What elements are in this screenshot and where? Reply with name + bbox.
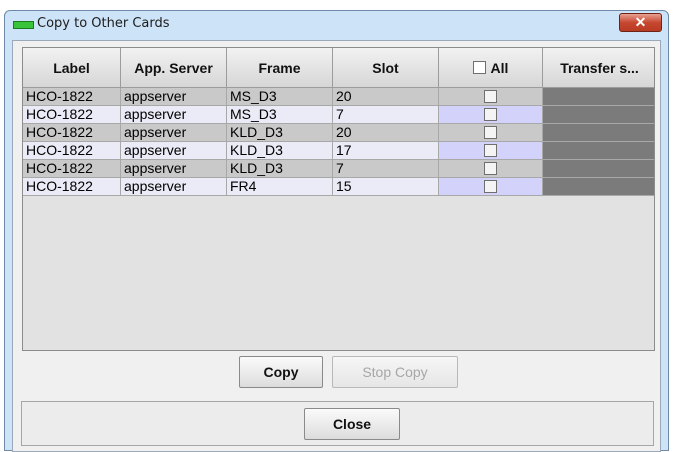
cell-select	[439, 124, 543, 142]
cell-slot: 20	[333, 124, 439, 142]
cell-label: HCO-1822	[23, 142, 121, 160]
cell-select	[439, 142, 543, 160]
column-header-slot[interactable]: Slot	[333, 48, 439, 88]
cell-app-server: appserver	[121, 88, 227, 106]
row-checkbox[interactable]	[483, 126, 497, 139]
dialog-body: Label App. Server Frame Slot All Transfe…	[12, 40, 661, 452]
column-header-frame[interactable]: Frame	[227, 48, 333, 88]
stop-copy-button[interactable]: Stop Copy	[332, 356, 458, 388]
row-checkbox[interactable]	[483, 90, 497, 103]
cell-slot: 17	[333, 142, 439, 160]
column-header-app-server[interactable]: App. Server	[121, 48, 227, 88]
title-bar[interactable]: Copy to Other Cards ✕	[5, 11, 668, 37]
cell-frame: KLD_D3	[227, 142, 333, 160]
cell-select	[439, 178, 543, 196]
table-row[interactable]: HCO-1822 appserver FR4 15	[23, 178, 654, 196]
cell-frame: MS_D3	[227, 88, 333, 106]
cell-frame: KLD_D3	[227, 160, 333, 178]
green-status-led-icon	[13, 21, 34, 29]
cell-label: HCO-1822	[23, 106, 121, 124]
cell-app-server: appserver	[121, 178, 227, 196]
table-row[interactable]: HCO-1822 appserver MS_D3 20	[23, 88, 654, 106]
row-checkbox[interactable]	[483, 162, 497, 175]
table-row[interactable]: HCO-1822 appserver KLD_D3 7	[23, 160, 654, 178]
row-checkbox[interactable]	[483, 108, 497, 121]
select-all-label: All	[490, 59, 509, 76]
cell-label: HCO-1822	[23, 178, 121, 196]
cell-label: HCO-1822	[23, 88, 121, 106]
cell-transfer-status	[543, 142, 654, 160]
column-header-all[interactable]: All	[439, 48, 543, 88]
cell-app-server: appserver	[121, 124, 227, 142]
copy-button-row: Copy Stop Copy	[13, 356, 662, 396]
cell-transfer-status	[543, 160, 654, 178]
cell-slot: 15	[333, 178, 439, 196]
cell-label: HCO-1822	[23, 160, 121, 178]
cell-app-server: appserver	[121, 106, 227, 124]
cell-select	[439, 88, 543, 106]
copy-button[interactable]: Copy	[239, 356, 323, 388]
cell-select	[439, 106, 543, 124]
table-row[interactable]: HCO-1822 appserver KLD_D3 20	[23, 124, 654, 142]
cell-frame: MS_D3	[227, 106, 333, 124]
cell-slot: 7	[333, 106, 439, 124]
row-checkbox[interactable]	[483, 144, 497, 157]
cell-app-server: appserver	[121, 160, 227, 178]
copy-dialog-window: Copy to Other Cards ✕ Label App. Server …	[4, 10, 669, 452]
close-button[interactable]: Close	[304, 408, 400, 440]
table-header: Label App. Server Frame Slot All Transfe…	[23, 48, 654, 88]
table-row[interactable]: HCO-1822 appserver MS_D3 7	[23, 106, 654, 124]
cell-transfer-status	[543, 88, 654, 106]
close-panel: Close	[21, 401, 654, 446]
column-header-transfer-status[interactable]: Transfer s...	[543, 48, 654, 88]
row-checkbox[interactable]	[483, 180, 497, 193]
cell-transfer-status	[543, 124, 654, 142]
cell-label: HCO-1822	[23, 124, 121, 142]
window-title: Copy to Other Cards	[37, 16, 170, 31]
close-icon[interactable]: ✕	[619, 13, 662, 32]
cell-frame: KLD_D3	[227, 124, 333, 142]
table-row[interactable]: HCO-1822 appserver KLD_D3 17	[23, 142, 654, 160]
cards-table: Label App. Server Frame Slot All Transfe…	[22, 47, 655, 351]
cell-app-server: appserver	[121, 142, 227, 160]
cell-transfer-status	[543, 178, 654, 196]
cell-transfer-status	[543, 106, 654, 124]
cell-slot: 20	[333, 88, 439, 106]
cell-frame: FR4	[227, 178, 333, 196]
cell-slot: 7	[333, 160, 439, 178]
column-header-label[interactable]: Label	[23, 48, 121, 88]
select-all-checkbox[interactable]	[472, 61, 486, 74]
cell-select	[439, 160, 543, 178]
